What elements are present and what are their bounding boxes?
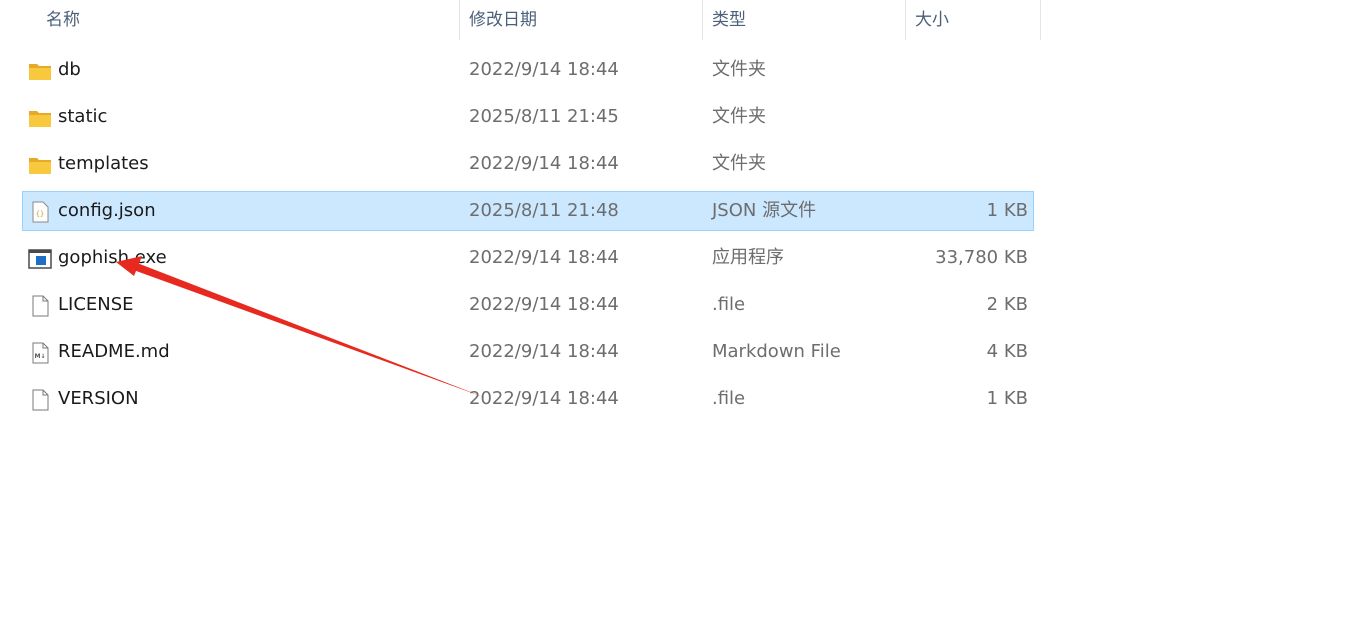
file-modified: 2022/9/14 18:44 xyxy=(469,388,619,409)
file-type: 文件夹 xyxy=(712,59,766,80)
blank-file-icon xyxy=(28,295,52,317)
file-type: JSON 源文件 xyxy=(712,200,817,221)
file-type: 文件夹 xyxy=(712,153,766,174)
blank-file-icon xyxy=(28,389,52,411)
file-modified: 2022/9/14 18:44 xyxy=(469,341,619,362)
file-name: templates xyxy=(58,153,149,174)
column-header-modified[interactable]: 修改日期 xyxy=(469,0,537,40)
file-type: Markdown File xyxy=(712,341,841,362)
folder-icon xyxy=(28,107,52,129)
json-file-icon: {} xyxy=(28,201,52,223)
markdown-file-icon: M↓ xyxy=(28,342,52,364)
file-row-db[interactable]: db 2022/9/14 18:44 文件夹 xyxy=(22,50,1034,90)
column-divider[interactable] xyxy=(459,0,460,40)
column-header-size[interactable]: 大小 xyxy=(915,0,949,40)
file-modified: 2022/9/14 18:44 xyxy=(469,294,619,315)
file-name: config.json xyxy=(58,200,156,221)
file-row-config-json[interactable]: {} config.json 2025/8/11 21:48 JSON 源文件 … xyxy=(22,191,1034,231)
file-modified: 2025/8/11 21:48 xyxy=(469,200,619,221)
file-row-gophish-exe[interactable]: gophish.exe 2022/9/14 18:44 应用程序 33,780 … xyxy=(22,238,1034,278)
file-name: VERSION xyxy=(58,388,139,409)
file-size: 2 KB xyxy=(986,294,1028,315)
file-name: static xyxy=(58,106,108,127)
file-row-static[interactable]: static 2025/8/11 21:45 文件夹 xyxy=(22,97,1034,137)
exe-file-icon xyxy=(28,248,52,270)
file-size: 4 KB xyxy=(986,341,1028,362)
svg-text:M↓: M↓ xyxy=(35,353,46,360)
column-divider[interactable] xyxy=(1040,0,1041,40)
file-row-templates[interactable]: templates 2022/9/14 18:44 文件夹 xyxy=(22,144,1034,184)
column-header-bar: ^ 名称 修改日期 类型 大小 xyxy=(0,0,1041,40)
column-divider[interactable] xyxy=(905,0,906,40)
file-modified: 2022/9/14 18:44 xyxy=(469,247,619,268)
file-type: .file xyxy=(712,388,746,409)
column-header-name[interactable]: 名称 xyxy=(46,0,80,40)
file-modified: 2022/9/14 18:44 xyxy=(469,153,619,174)
file-type: .file xyxy=(712,294,746,315)
file-row-license[interactable]: LICENSE 2022/9/14 18:44 .file 2 KB xyxy=(22,285,1034,325)
folder-icon xyxy=(28,60,52,82)
file-name: README.md xyxy=(58,341,170,362)
column-header-type[interactable]: 类型 xyxy=(712,0,746,40)
file-modified: 2022/9/14 18:44 xyxy=(469,59,619,80)
file-row-version[interactable]: VERSION 2022/9/14 18:44 .file 1 KB xyxy=(22,379,1034,419)
folder-icon xyxy=(28,154,52,176)
file-name: LICENSE xyxy=(58,294,134,315)
file-modified: 2025/8/11 21:45 xyxy=(469,106,619,127)
file-name: gophish.exe xyxy=(58,247,167,268)
sort-ascending-caret-icon: ^ xyxy=(242,0,254,9)
file-type: 应用程序 xyxy=(712,247,784,268)
svg-text:{}: {} xyxy=(36,210,44,218)
file-size: 33,780 KB xyxy=(935,247,1028,268)
file-size: 1 KB xyxy=(986,388,1028,409)
file-type: 文件夹 xyxy=(712,106,766,127)
column-divider[interactable] xyxy=(702,0,703,40)
file-name: db xyxy=(58,59,81,80)
file-row-readme-md[interactable]: M↓ README.md 2022/9/14 18:44 Markdown Fi… xyxy=(22,332,1034,372)
file-size: 1 KB xyxy=(986,200,1028,221)
